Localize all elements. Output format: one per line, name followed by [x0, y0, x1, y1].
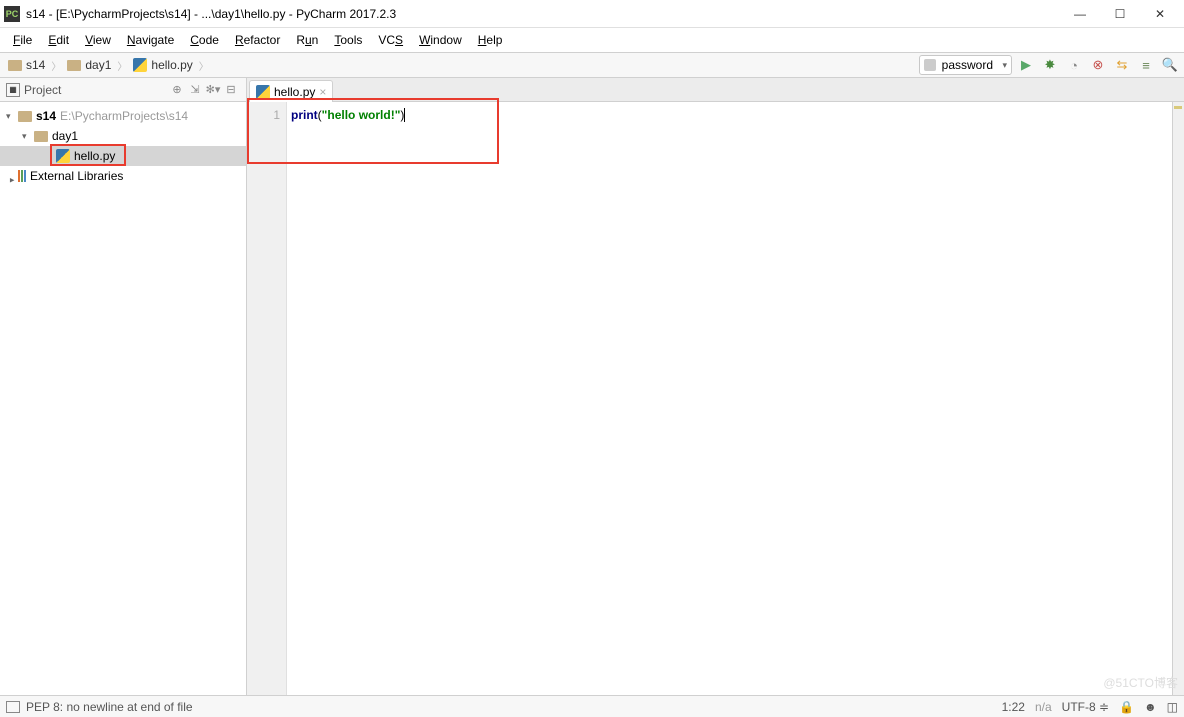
scroll-to-source-icon[interactable]: ⊕ — [168, 83, 186, 96]
folder-icon — [34, 131, 48, 142]
menu-tools[interactable]: Tools — [327, 31, 369, 49]
project-tool-header[interactable]: ▦ Project ⊕ ⇲ ✻▾ ⊟ — [0, 78, 246, 102]
crumb-day1[interactable]: day1 — [63, 58, 115, 72]
folder-icon — [67, 60, 81, 71]
inspector-icon[interactable]: ☻ — [1144, 700, 1157, 714]
watermark: @51CTO博客 — [1103, 674, 1178, 691]
menu-help[interactable]: Help — [471, 31, 510, 49]
chevron-down-icon[interactable]: ▾ — [22, 131, 34, 142]
structure-icon[interactable]: ≡ — [1136, 55, 1156, 75]
crumb-sep: 〉 — [199, 58, 209, 73]
code-line-1[interactable]: print("hello world!") — [287, 102, 1172, 695]
collapse-icon[interactable]: ⇲ — [186, 83, 204, 96]
folder-icon — [8, 60, 22, 71]
tab-label: hello.py — [274, 85, 315, 99]
breadcrumb: s14 〉 day1 〉 hello.py 〉 — [4, 58, 209, 73]
menu-refactor[interactable]: Refactor — [228, 31, 287, 49]
error-stripe[interactable] — [1172, 102, 1184, 695]
menu-file[interactable]: File — [6, 31, 39, 49]
settings-icon[interactable]: ✻▾ — [204, 83, 222, 96]
chevron-down-icon[interactable]: ▾ — [6, 111, 18, 122]
python-icon — [56, 149, 70, 163]
folder-icon — [18, 111, 32, 122]
project-label: Project — [24, 83, 168, 97]
project-icon: ▦ — [6, 83, 20, 97]
libraries-icon — [18, 170, 26, 182]
minimize-button[interactable]: — — [1060, 1, 1100, 27]
project-tree[interactable]: ▾ s14 E:\PycharmProjects\s14 ▾ day1 hell… — [0, 102, 246, 695]
crumb-s14[interactable]: s14 — [4, 58, 49, 72]
tree-external-libs[interactable]: ▾ External Libraries — [0, 166, 246, 186]
crumb-sep: 〉 — [117, 58, 127, 73]
code-editor[interactable]: 1 print("hello world!") — [247, 102, 1184, 695]
tree-file-hellopy[interactable]: hello.py — [0, 146, 246, 166]
status-icon[interactable] — [6, 701, 20, 713]
menu-view[interactable]: View — [78, 31, 118, 49]
crumb-file[interactable]: hello.py — [129, 58, 196, 72]
caret-position[interactable]: 1:22 — [1002, 700, 1025, 714]
coverage-icon[interactable]: ◔ — [1064, 55, 1084, 75]
status-message: PEP 8: no newline at end of file — [26, 700, 193, 714]
crumb-sep: 〉 — [51, 58, 61, 73]
menu-edit[interactable]: Edit — [41, 31, 76, 49]
warning-mark[interactable] — [1174, 106, 1182, 109]
close-button[interactable]: ✕ — [1140, 1, 1180, 27]
hide-icon[interactable]: ⊟ — [222, 83, 240, 96]
gutter: 1 — [247, 102, 287, 695]
window-title: s14 - [E:\PycharmProjects\s14] - ...\day… — [26, 7, 1060, 21]
memory-icon[interactable]: ◫ — [1167, 700, 1178, 714]
run-config-selector[interactable]: password — [919, 55, 1012, 75]
status-na: n/a — [1035, 700, 1052, 714]
app-icon: PC — [4, 6, 20, 22]
maximize-button[interactable]: ☐ — [1100, 1, 1140, 27]
chevron-right-icon[interactable]: ▾ — [7, 170, 18, 182]
tree-root[interactable]: ▾ s14 E:\PycharmProjects\s14 — [0, 106, 246, 126]
python-icon — [256, 85, 270, 99]
menubar: File Edit View Navigate Code Refactor Ru… — [0, 28, 1184, 52]
search-icon[interactable]: 🔍 — [1160, 55, 1180, 75]
menu-vcs[interactable]: VCS — [371, 31, 410, 49]
menu-code[interactable]: Code — [183, 31, 226, 49]
python-icon — [133, 58, 147, 72]
debug-icon[interactable]: ✸ — [1040, 55, 1060, 75]
menu-run[interactable]: Run — [289, 31, 325, 49]
encoding[interactable]: UTF-8 ≑ — [1062, 700, 1109, 714]
stop-icon[interactable]: ⊗ — [1088, 55, 1108, 75]
status-bar: PEP 8: no newline at end of file 1:22 n/… — [0, 695, 1184, 717]
menu-window[interactable]: Window — [412, 31, 469, 49]
tab-hellopy[interactable]: hello.py × — [249, 80, 333, 102]
editor-tabs: hello.py × — [247, 78, 1184, 102]
tree-folder-day1[interactable]: ▾ day1 — [0, 126, 246, 146]
run-icon[interactable]: ▶ — [1016, 55, 1036, 75]
lock-icon[interactable]: 🔒 — [1119, 700, 1134, 714]
update-icon[interactable]: ⇆ — [1112, 55, 1132, 75]
menu-navigate[interactable]: Navigate — [120, 31, 181, 49]
close-tab-icon[interactable]: × — [319, 85, 326, 99]
